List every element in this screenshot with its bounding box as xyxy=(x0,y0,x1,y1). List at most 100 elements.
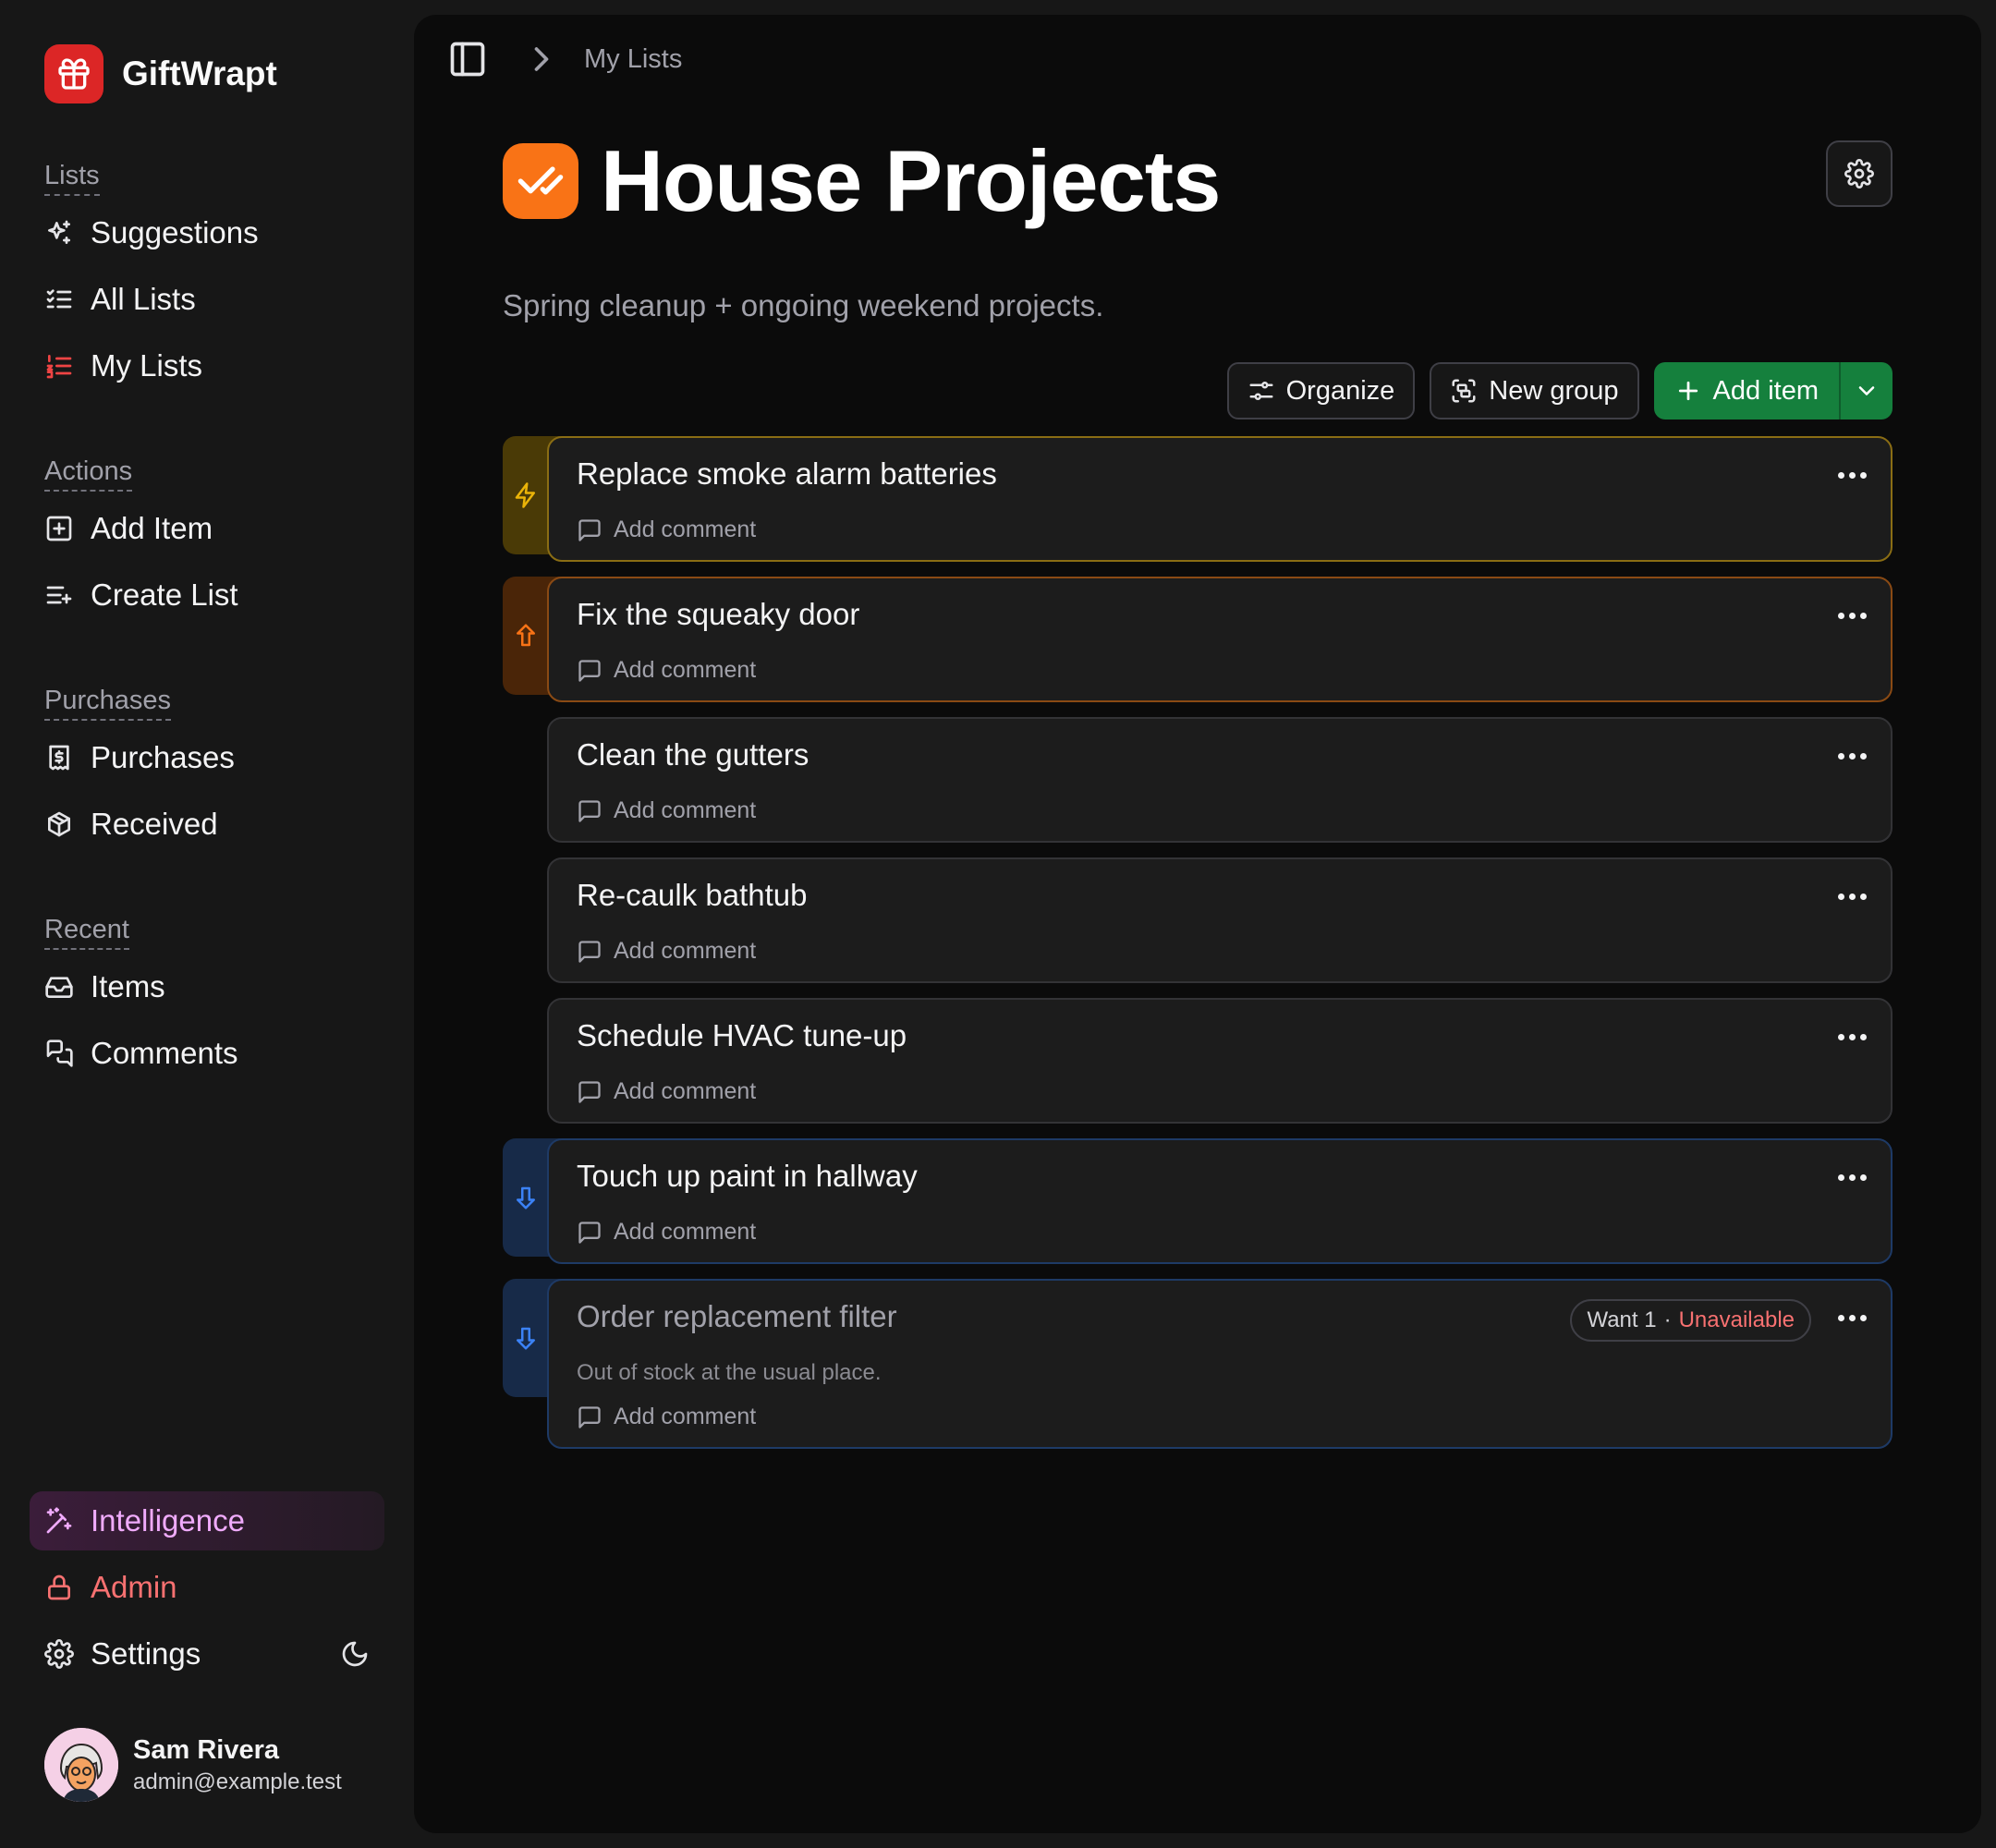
status-badge: Want 1 · Unavailable xyxy=(1570,1299,1811,1342)
gear-icon xyxy=(44,1639,74,1669)
message-square-icon xyxy=(578,518,601,541)
list-item: Fix the squeaky door Add comment xyxy=(503,577,1893,702)
more-options-icon[interactable] xyxy=(1833,464,1870,486)
item-title[interactable]: Schedule HVAC tune-up xyxy=(577,1018,907,1053)
arrow-down-icon xyxy=(517,1186,535,1210)
item-title[interactable]: Touch up paint in hallway xyxy=(577,1159,918,1194)
add-comment-button[interactable]: Add comment xyxy=(577,1404,756,1430)
group-icon xyxy=(1452,379,1476,403)
sliders-icon xyxy=(1249,382,1273,400)
sidebar-toggle-icon[interactable] xyxy=(447,39,488,79)
sidebar-item-suggestions[interactable]: Suggestions xyxy=(30,203,384,262)
add-comment-label: Add comment xyxy=(614,1078,757,1104)
sidebar-item-items[interactable]: Items xyxy=(30,957,384,1016)
moon-icon[interactable] xyxy=(340,1639,370,1669)
more-options-icon[interactable] xyxy=(1833,1026,1870,1048)
main-panel: My Lists House Projects Spring cleanup +… xyxy=(414,15,1981,1833)
item-title[interactable]: Replace smoke alarm batteries xyxy=(577,456,997,492)
message-square-icon xyxy=(578,659,601,682)
sidebar-item-label: Create List xyxy=(91,578,238,612)
add-comment-button[interactable]: Add comment xyxy=(577,938,756,965)
sidebar-item-all-lists[interactable]: All Lists xyxy=(30,270,384,329)
sidebar-item-settings[interactable]: Settings xyxy=(30,1624,384,1684)
more-options-icon[interactable] xyxy=(1833,604,1870,626)
item-card[interactable]: Re-caulk bathtub Add comment xyxy=(547,857,1893,983)
lock-icon xyxy=(48,1574,70,1600)
item-title[interactable]: Fix the squeaky door xyxy=(577,597,859,632)
item-card[interactable]: Replace smoke alarm batteries Add commen… xyxy=(547,436,1893,562)
section-label: Actions xyxy=(44,455,133,492)
want-count: Want 1 xyxy=(1587,1307,1657,1332)
messages-icon xyxy=(46,1040,73,1067)
sidebar-item-create-list[interactable]: Create List xyxy=(30,565,384,625)
sidebar-item-purchases[interactable]: Purchases xyxy=(30,728,384,787)
organize-label: Organize xyxy=(1285,375,1395,406)
add-comment-button[interactable]: Add comment xyxy=(577,1078,756,1105)
user-menu[interactable]: Sam Rivera admin@example.test xyxy=(44,1728,342,1802)
user-name: Sam Rivera xyxy=(133,1734,279,1765)
organize-button[interactable]: Organize xyxy=(1226,362,1416,419)
add-item-split-button: Add item xyxy=(1653,362,1893,419)
new-group-label: New group xyxy=(1489,375,1619,406)
add-comment-label: Add comment xyxy=(614,797,757,823)
sidebar-item-label: My Lists xyxy=(91,348,203,383)
item-card[interactable]: Clean the gutters Add comment xyxy=(547,717,1893,843)
plus-icon xyxy=(1678,381,1698,401)
nav-section-actions: Actions Add Item Create List xyxy=(30,455,384,632)
sidebar-item-add-item[interactable]: Add Item xyxy=(30,499,384,558)
section-label: Recent xyxy=(44,913,129,950)
add-comment-label: Add comment xyxy=(614,657,757,683)
list-toolbar: Organize New group Add item xyxy=(1226,362,1893,419)
chevron-right-icon xyxy=(534,47,549,71)
arrow-down-icon xyxy=(517,1327,535,1350)
add-item-dropdown-button[interactable] xyxy=(1839,362,1893,419)
message-square-icon xyxy=(578,940,601,963)
sidebar-item-intelligence[interactable]: Intelligence xyxy=(30,1491,384,1550)
add-item-label: Add item xyxy=(1712,375,1819,406)
add-comment-button[interactable]: Add comment xyxy=(577,1219,756,1246)
message-square-icon xyxy=(578,1405,601,1429)
add-item-button[interactable]: Add item xyxy=(1653,362,1839,419)
more-options-icon[interactable] xyxy=(1833,745,1870,767)
item-list: Replace smoke alarm batteries Add commen… xyxy=(503,436,1893,1464)
add-comment-label: Add comment xyxy=(614,1404,757,1429)
user-info: Sam Rivera admin@example.test xyxy=(133,1735,342,1795)
item-title[interactable]: Clean the gutters xyxy=(577,737,809,772)
add-comment-button[interactable]: Add comment xyxy=(577,797,756,824)
add-comment-button[interactable]: Add comment xyxy=(577,657,756,684)
sidebar-item-label: Suggestions xyxy=(91,215,259,249)
check-check-icon xyxy=(503,143,578,219)
avatar xyxy=(44,1728,118,1802)
item-title[interactable]: Order replacement filter xyxy=(577,1299,897,1334)
item-card[interactable]: Schedule HVAC tune-up Add comment xyxy=(547,998,1893,1124)
unavailable-status: Unavailable xyxy=(1678,1307,1795,1332)
sidebar-item-received[interactable]: Received xyxy=(30,795,384,854)
sidebar-item-label: Purchases xyxy=(91,740,235,774)
sidebar-item-label: Intelligence xyxy=(91,1503,245,1538)
chevron-down-icon xyxy=(1858,386,1875,395)
sidebar-item-label: Add Item xyxy=(91,511,213,545)
breadcrumb-my-lists[interactable]: My Lists xyxy=(584,44,682,75)
list-item: Order replacement filter Out of stock at… xyxy=(503,1279,1893,1449)
item-card[interactable]: Touch up paint in hallway Add comment xyxy=(547,1138,1893,1264)
message-square-icon xyxy=(578,1221,601,1244)
item-title[interactable]: Re-caulk bathtub xyxy=(577,878,807,913)
user-email: admin@example.test xyxy=(133,1769,342,1794)
sidebar-item-label: Settings xyxy=(91,1636,201,1671)
new-group-button[interactable]: New group xyxy=(1430,362,1639,419)
item-card[interactable]: Fix the squeaky door Add comment xyxy=(547,577,1893,702)
sidebar-item-my-lists[interactable]: My Lists xyxy=(30,336,384,395)
sidebar-item-comments[interactable]: Comments xyxy=(30,1024,384,1083)
add-comment-button[interactable]: Add comment xyxy=(577,517,756,543)
item-card[interactable]: Order replacement filter Out of stock at… xyxy=(547,1279,1893,1449)
more-options-icon[interactable] xyxy=(1833,1166,1870,1188)
more-options-icon[interactable] xyxy=(1833,1307,1870,1329)
section-label: Purchases xyxy=(44,684,172,721)
more-options-icon[interactable] xyxy=(1833,885,1870,907)
sidebar-item-admin[interactable]: Admin xyxy=(30,1558,384,1617)
brand[interactable]: GiftWrapt xyxy=(44,44,277,103)
list-settings-button[interactable] xyxy=(1826,140,1893,207)
list-ordered-icon xyxy=(46,355,72,379)
sidebar-item-label: Received xyxy=(91,807,218,841)
item-note: Out of stock at the usual place. xyxy=(577,1360,882,1385)
